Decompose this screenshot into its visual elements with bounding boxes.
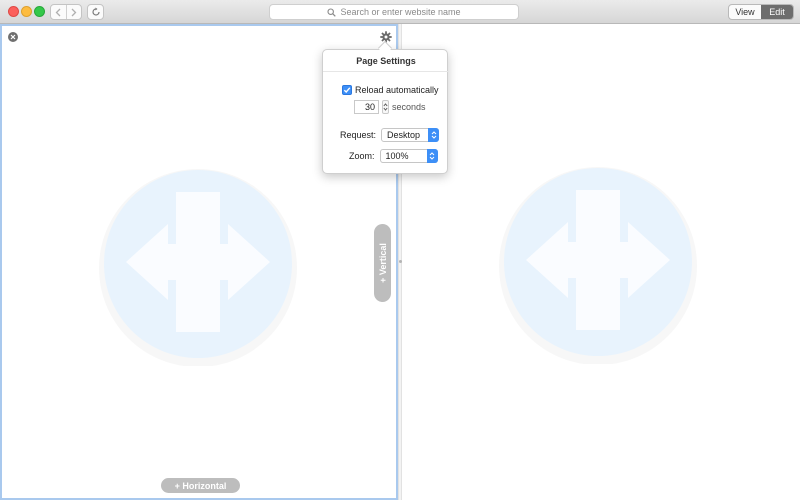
add-vertical-split-button[interactable]: + Vertical <box>374 224 391 302</box>
page-settings-popover: Page Settings Reload automatically 30 se… <box>322 49 449 174</box>
reload-automatically-label[interactable]: Reload automatically <box>355 85 439 95</box>
close-pane-button[interactable] <box>8 32 18 42</box>
reload-button[interactable] <box>87 4 104 20</box>
popover-title: Page Settings <box>356 56 416 66</box>
popup-arrows-icon <box>428 128 440 142</box>
interval-field[interactable]: 30 <box>354 100 379 114</box>
search-icon <box>327 7 337 17</box>
view-mode-button[interactable]: View <box>729 5 761 19</box>
window-toolbar: Search or enter website name View Edit <box>0 0 800 24</box>
back-icon <box>56 8 61 16</box>
zoom-label: Zoom: <box>349 151 375 161</box>
interval-row: 30 seconds <box>354 100 426 114</box>
zoom-select[interactable]: 100% <box>379 149 438 163</box>
zoom-row: Zoom: 100% <box>349 149 438 163</box>
zoom-value: 100% <box>385 151 409 161</box>
navigation-buttons <box>50 4 82 20</box>
add-horizontal-split-button[interactable]: + Horizontal <box>161 478 240 493</box>
close-icon <box>10 34 16 40</box>
address-placeholder: Search or enter website name <box>340 7 461 17</box>
forward-icon <box>71 8 77 16</box>
reload-automatically-checkbox[interactable] <box>342 85 352 95</box>
split-arrows-icon <box>99 169 297 366</box>
forward-button[interactable] <box>65 5 81 19</box>
close-window-button[interactable] <box>8 6 19 17</box>
interval-stepper[interactable] <box>382 100 389 114</box>
interval-unit-label: seconds <box>392 102 426 112</box>
request-row: Request: Desktop <box>340 128 440 142</box>
minimize-window-button[interactable] <box>21 6 32 17</box>
reload-automatically-row: Reload automatically <box>342 85 439 95</box>
back-button[interactable] <box>51 5 66 19</box>
checkmark-icon <box>343 87 351 94</box>
zoom-window-button[interactable] <box>34 6 45 17</box>
request-value: Desktop <box>387 130 421 140</box>
reload-icon <box>91 7 100 16</box>
view-edit-toggle: View Edit <box>728 4 794 20</box>
stepper-icon <box>383 103 388 111</box>
request-label: Request: <box>340 130 377 140</box>
add-vertical-label: + Vertical <box>377 243 388 283</box>
request-select[interactable]: Desktop <box>381 128 440 142</box>
popup-arrows-icon <box>426 149 438 163</box>
right-pane[interactable] <box>402 24 800 500</box>
edit-mode-button[interactable]: Edit <box>761 5 793 19</box>
popover-separator <box>323 71 449 72</box>
split-arrows-icon <box>499 167 697 364</box>
address-bar[interactable]: Search or enter website name <box>269 4 519 20</box>
